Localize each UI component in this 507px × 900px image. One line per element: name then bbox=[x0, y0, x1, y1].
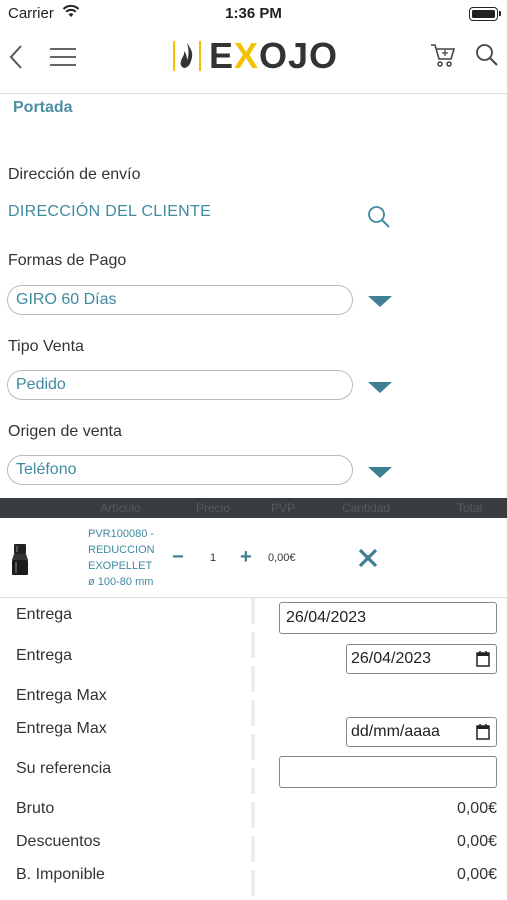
delivery-date-label: Entrega bbox=[16, 647, 73, 664]
line-price: 0,00€ bbox=[268, 552, 296, 564]
delivery-max-placeholder: dd/mm/aaaa bbox=[351, 723, 440, 740]
sale-type-select[interactable]: Pedido bbox=[7, 370, 353, 400]
header-quantity: Cantidad bbox=[342, 501, 391, 515]
back-arrow-icon[interactable] bbox=[8, 44, 24, 70]
logo-text-post: OJO bbox=[259, 35, 339, 76]
hamburger-menu-icon[interactable] bbox=[50, 48, 76, 66]
product-name-line-2: EXOPELLET bbox=[88, 560, 153, 572]
payment-dropdown-caret-icon[interactable] bbox=[368, 296, 392, 307]
calendar-icon[interactable] bbox=[476, 651, 490, 667]
delivery-date-value: 26/04/2023 bbox=[351, 650, 432, 667]
table-row: PVR100080 - REDUCCION EXOPELLET ø 100-80… bbox=[0, 518, 507, 598]
lines-table-header: Artículo Precio PVP Cantidad Total bbox=[0, 498, 507, 518]
exojo-logo[interactable]: EXOJO bbox=[171, 35, 338, 77]
logo-text-pre: E bbox=[209, 35, 235, 76]
payment-label: Formas de Pago bbox=[8, 252, 127, 269]
top-navbar: EXOJO bbox=[0, 28, 507, 94]
delivery-text-field[interactable]: 26/04/2023 bbox=[279, 602, 497, 634]
product-thumbnail bbox=[12, 544, 28, 575]
discounts-label: Descuentos bbox=[16, 833, 101, 850]
delivery-label: Entrega bbox=[16, 606, 73, 623]
sale-type-label: Tipo Venta bbox=[8, 338, 84, 355]
discounts-value: 0,00€ bbox=[456, 833, 497, 850]
origin-label: Origen de venta bbox=[8, 423, 122, 440]
logo-wordmark: EXOJO bbox=[209, 35, 338, 77]
product-code: PVR100080 - bbox=[88, 528, 155, 540]
quantity-value[interactable]: 1 bbox=[210, 552, 216, 564]
header-price: Precio bbox=[196, 501, 231, 515]
shipping-address-link[interactable]: DIRECCIÓN DEL CLIENTE bbox=[8, 203, 211, 221]
increase-quantity-button[interactable]: + bbox=[240, 546, 252, 569]
clock: 1:36 PM bbox=[225, 5, 282, 22]
gross-value: 0,00€ bbox=[456, 800, 497, 817]
origin-select[interactable]: Teléfono bbox=[7, 455, 353, 485]
remove-line-icon[interactable] bbox=[358, 548, 378, 568]
flame-logo-icon bbox=[173, 41, 201, 71]
reference-label: Su referencia bbox=[16, 760, 112, 777]
header-article: Artículo bbox=[100, 501, 141, 515]
product-name[interactable]: PVR100080 - REDUCCION EXOPELLET ø 100-80… bbox=[88, 526, 168, 590]
reference-input[interactable] bbox=[279, 756, 497, 788]
taxable-base-value: 0,00€ bbox=[456, 866, 497, 883]
address-search-icon[interactable] bbox=[367, 205, 391, 229]
sale-type-dropdown-caret-icon[interactable] bbox=[368, 382, 392, 393]
delivery-max-date-picker[interactable]: dd/mm/aaaa bbox=[346, 717, 497, 747]
battery-icon bbox=[469, 7, 501, 21]
logo-text-x: X bbox=[234, 35, 260, 76]
delivery-max-date-label: Entrega Max bbox=[16, 720, 107, 737]
product-name-line-3: ø 100-80 mm bbox=[88, 576, 154, 588]
status-bar: Carrier 1:36 PM bbox=[0, 0, 507, 28]
taxable-base-label: B. Imponible bbox=[16, 866, 105, 883]
product-name-line-1: REDUCCION bbox=[88, 544, 155, 556]
origin-dropdown-caret-icon[interactable] bbox=[368, 467, 392, 478]
delivery-max-label: Entrega Max bbox=[16, 687, 107, 704]
payment-select[interactable]: GIRO 60 Días bbox=[7, 285, 353, 315]
header-pvp: PVP bbox=[271, 501, 296, 515]
shipping-label: Dirección de envío bbox=[8, 166, 141, 183]
breadcrumb[interactable]: Portada bbox=[13, 99, 73, 117]
gross-label: Bruto bbox=[16, 800, 55, 817]
decrease-quantity-button[interactable]: − bbox=[172, 546, 184, 569]
delivery-date-picker[interactable]: 26/04/2023 bbox=[346, 644, 497, 674]
column-divider bbox=[251, 598, 255, 900]
cart-icon[interactable] bbox=[430, 42, 456, 68]
header-total: Total bbox=[457, 501, 483, 515]
search-icon[interactable] bbox=[475, 43, 499, 67]
calendar-icon[interactable] bbox=[476, 724, 490, 740]
